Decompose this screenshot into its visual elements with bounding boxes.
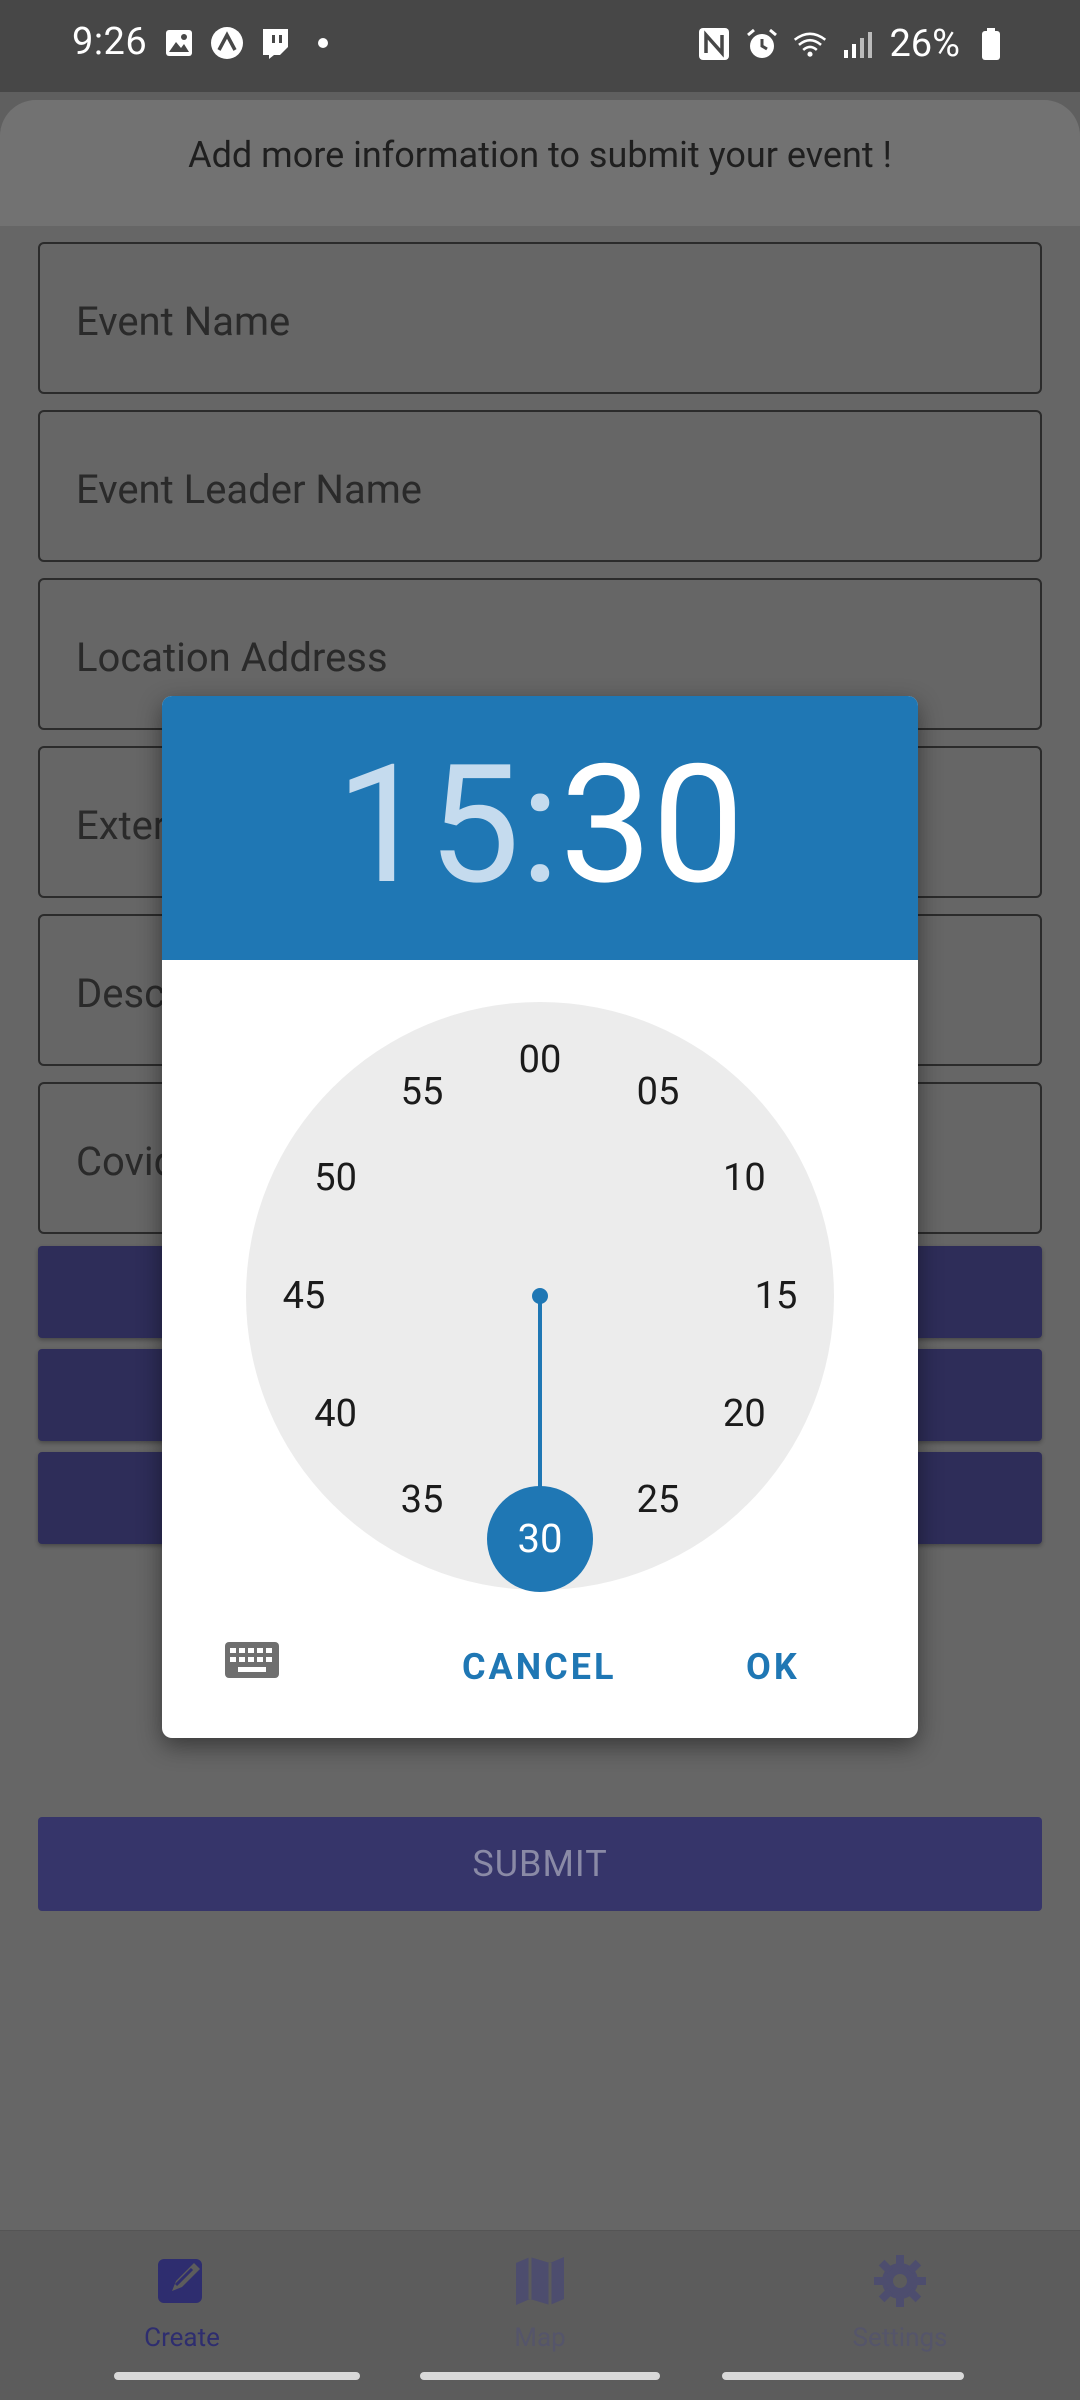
minute-label-10[interactable]: 10 (709, 1153, 779, 1203)
time-picker-header: 15:30 (162, 696, 918, 960)
app-icon (210, 26, 244, 60)
keyboard-mode-button[interactable] (224, 1640, 290, 1692)
nav-label-create: Create (144, 2323, 220, 2353)
cancel-button[interactable]: CANCEL (462, 1646, 616, 1688)
signal-icon (841, 27, 875, 61)
form-header-text: Add more information to submit your even… (188, 134, 892, 176)
nfc-icon (697, 27, 731, 61)
event-leader-name-field[interactable]: Event Leader Name (38, 410, 1042, 562)
form-header: Add more information to submit your even… (0, 100, 1080, 226)
image-icon (162, 26, 196, 60)
minute-label-00[interactable]: 00 (505, 1035, 575, 1085)
nav-item-map[interactable]: Map (420, 2251, 660, 2353)
map-icon (516, 2257, 564, 2305)
minute-label-20[interactable]: 20 (709, 1389, 779, 1439)
dialog-actions: CANCEL OK (162, 1626, 918, 1726)
keyboard-icon (225, 1642, 279, 1678)
minute-label-45[interactable]: 45 (269, 1271, 339, 1321)
nav-item-settings[interactable]: Settings (780, 2251, 1020, 2353)
minute-label-25[interactable]: 25 (623, 1475, 693, 1525)
status-bar: 9:26 26% (0, 0, 1080, 92)
clock-hand (538, 1296, 542, 1492)
external-label: Exter (76, 802, 167, 849)
description-label: Desc (76, 970, 166, 1017)
minute-label-15[interactable]: 15 (741, 1271, 811, 1321)
minute-label-05[interactable]: 05 (623, 1067, 693, 1117)
ok-button[interactable]: OK (746, 1646, 800, 1688)
battery-icon (974, 27, 1008, 61)
minute-display[interactable]: 30 (560, 730, 744, 922)
gear-icon (874, 2255, 926, 2307)
twitch-icon (258, 26, 292, 60)
minute-label-40[interactable]: 40 (301, 1389, 371, 1439)
more-notifications-dot (318, 38, 328, 48)
minute-clock-face[interactable]: 55 50 45 40 35 25 20 15 10 05 00 30 (246, 1002, 834, 1592)
gesture-bar-left (114, 2372, 360, 2380)
event-name-field[interactable]: Event Name (38, 242, 1042, 394)
event-name-label: Event Name (76, 298, 291, 345)
clock-center-dot (532, 1288, 548, 1304)
alarm-icon (745, 27, 779, 61)
hour-display[interactable]: 15 (336, 730, 520, 922)
time-display: 15:30 (162, 744, 918, 908)
minute-label-35[interactable]: 35 (387, 1475, 457, 1525)
nav-item-create[interactable]: Create (62, 2251, 302, 2353)
time-picker-dialog: 15:30 55 50 45 40 35 25 20 15 10 05 00 30 CANCEL O… (162, 696, 918, 1738)
status-system-icons: 26% (697, 22, 1008, 66)
minute-label-55[interactable]: 55 (387, 1067, 457, 1117)
wifi-icon (793, 27, 827, 61)
battery-percent: 26% (889, 22, 960, 66)
pencil-icon (158, 2259, 202, 2303)
nav-label-map: Map (514, 2323, 566, 2353)
status-notification-icons (162, 26, 328, 60)
location-address-label: Location Address (76, 634, 388, 681)
selected-minute-marker[interactable]: 30 (487, 1486, 593, 1592)
minute-label-50[interactable]: 50 (301, 1153, 371, 1203)
event-leader-name-label: Event Leader Name (76, 466, 422, 513)
time-separator: : (520, 730, 560, 922)
submit-button[interactable]: SUBMIT (38, 1817, 1042, 1911)
nav-label-settings: Settings (852, 2323, 948, 2353)
gesture-bar-right (722, 2372, 964, 2380)
status-time: 9:26 (72, 20, 148, 64)
gesture-bar-center[interactable] (420, 2372, 660, 2380)
